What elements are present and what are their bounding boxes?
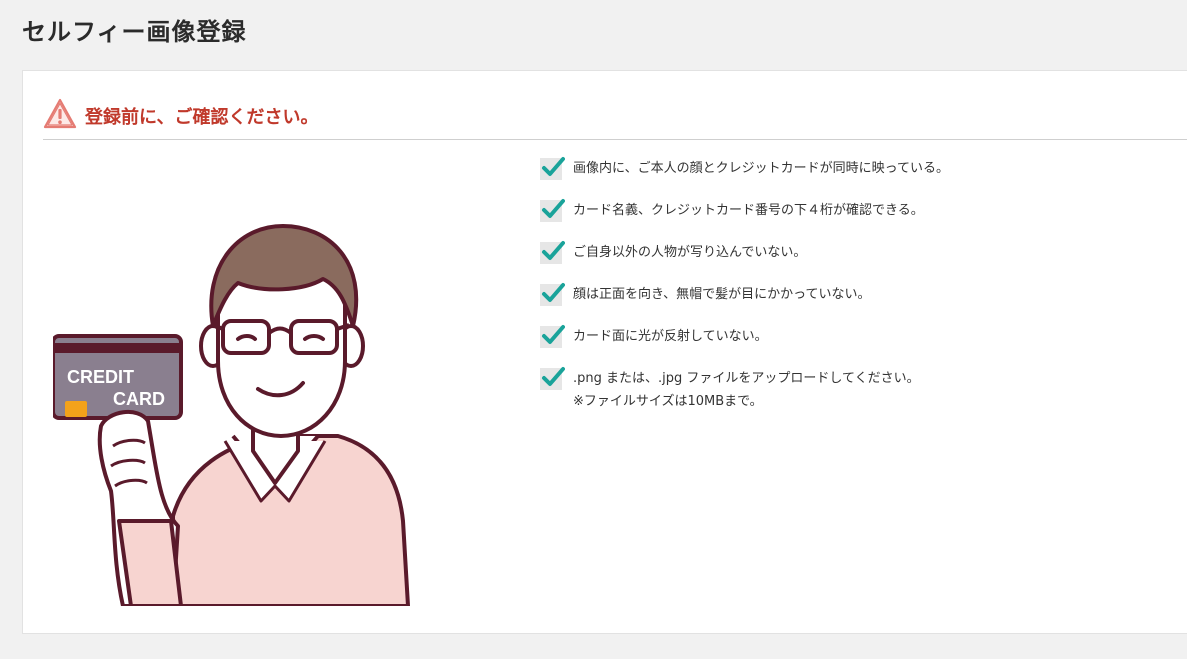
checklist-item: 画像内に、ご本人の顔とクレジットカードが同時に映っている。 <box>539 157 949 199</box>
credit-card-illustration: CREDIT CARD <box>53 334 183 420</box>
card-line1-text: CREDIT <box>67 367 134 387</box>
checkbox-checked-icon <box>539 323 565 348</box>
checklist-item: ご自身以外の人物が写り込んでいない。 <box>539 241 949 283</box>
checklist-item: .png または、.jpg ファイルをアップロードしてください。 ※ファイルサイ… <box>539 367 949 427</box>
selfie-with-card-illustration: CREDIT CARD <box>53 224 410 606</box>
checklist-item-text: 顔は正面を向き、無帽で髪が目にかかっていない。 <box>573 287 871 302</box>
checklist-item: 顔は正面を向き、無帽で髪が目にかかっていない。 <box>539 283 949 325</box>
checklist-item: カード名義、クレジットカード番号の下４桁が確認できる。 <box>539 199 949 241</box>
divider <box>43 139 1187 140</box>
checklist-item: カード面に光が反射していない。 <box>539 325 949 367</box>
notice-header: 登録前に、ご確認ください。 <box>43 97 318 135</box>
page-title: セルフィー画像登録 <box>22 18 247 46</box>
checklist-item-text: .png または、.jpg ファイルをアップロードしてください。 <box>573 371 920 386</box>
checklist-item-text: ご自身以外の人物が写り込んでいない。 <box>573 245 807 260</box>
checkbox-checked-icon <box>539 155 565 180</box>
checkbox-checked-icon <box>539 281 565 306</box>
warning-icon <box>43 97 77 135</box>
checkbox-checked-icon <box>539 365 565 390</box>
checklist-item-text: カード面に光が反射していない。 <box>573 329 768 344</box>
guideline-checklist: 画像内に、ご本人の顔とクレジットカードが同時に映っている。 カード名義、クレジッ… <box>539 157 949 427</box>
file-size-note: ※ファイルサイズは10MBまで。 <box>573 394 763 409</box>
checklist-item-text: カード名義、クレジットカード番号の下４桁が確認できる。 <box>573 203 924 218</box>
checklist-item-text: 画像内に、ご本人の顔とクレジットカードが同時に映っている。 <box>573 161 949 176</box>
notice-title: 登録前に、ご確認ください。 <box>85 107 319 128</box>
checklist-item-text-group: .png または、.jpg ファイルをアップロードしてください。 ※ファイルサイ… <box>573 367 920 411</box>
card-line2-text: CARD <box>113 389 165 409</box>
checkbox-checked-icon <box>539 239 565 264</box>
checkbox-checked-icon <box>539 197 565 222</box>
selfie-guidelines-panel: 登録前に、ご確認ください。 CREDIT CARD 画像内に、ご本人の顔とクレジ… <box>22 70 1187 634</box>
